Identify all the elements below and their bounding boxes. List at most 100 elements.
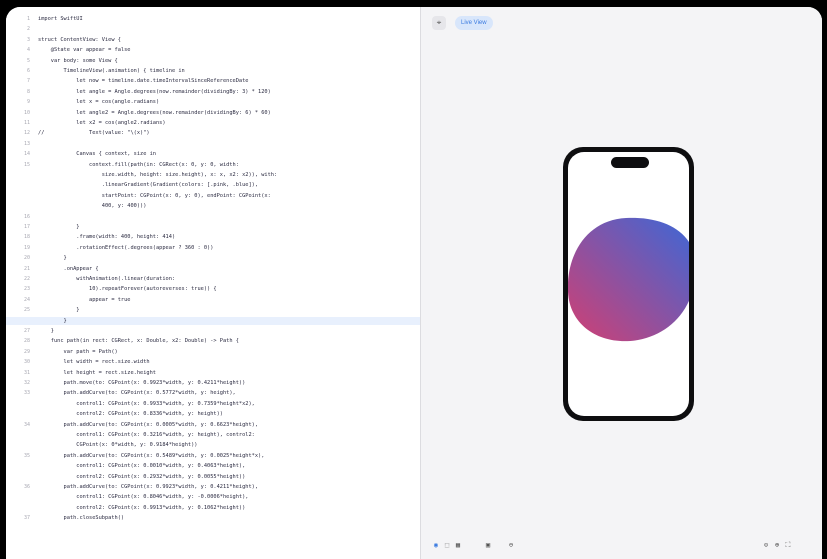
code-line[interactable]: control1: CGPoint(x: 0.0010*width, y: 0.… [38, 462, 245, 470]
code-line[interactable]: .frame(width: 400, height: 414) [38, 233, 175, 241]
line-number: 1 [26, 16, 30, 22]
phone-screen[interactable] [568, 152, 689, 416]
code-line[interactable]: 400, y: 400))) [38, 202, 147, 210]
line-number: 2 [26, 26, 30, 33]
code-line[interactable]: path.move(to: CGPoint(x: 0.9923*width, y… [38, 379, 246, 387]
line-number: 6 [26, 68, 30, 74]
code-line[interactable]: control1: CGPoint(x: 0.9933*width, y: 0.… [38, 400, 255, 408]
line-number: 32 [23, 380, 30, 386]
line-number [6, 192, 30, 200]
code-line[interactable]: struct ContentView: View { [38, 36, 121, 44]
code-line[interactable]: Canvas { context, size in [38, 150, 156, 158]
code-line[interactable]: CGPoint(x: 0*width, y: 0.9184*height)) [38, 441, 197, 449]
code-line[interactable]: control2: CGPoint(x: 0.2932*width, y: 0.… [38, 473, 245, 481]
code-line[interactable]: let x = cos(angle.radians) [38, 98, 159, 106]
source-code[interactable]: import SwiftUI struct ContentView: View {… [6, 7, 420, 559]
code-line[interactable]: let angle = Angle.degrees(now.remainder(… [38, 88, 271, 96]
code-editor[interactable]: 1 2 3 4 5 6 7 8 9 10 11 12 13 14 15 16 17 18 19 20 21 22 23 24 2… [6, 7, 421, 559]
xcode-window: 1 2 3 4 5 6 7 8 9 10 11 12 13 14 15 16 17 18 19 20 21 22 23 24 2… [6, 7, 822, 559]
line-number: 24 [23, 296, 30, 303]
code-line[interactable]: @State var appear = false [38, 46, 131, 54]
code-line[interactable]: 10).repeatForever(autoreverses: true)) { [38, 285, 217, 293]
line-number [6, 441, 30, 449]
line-number [6, 431, 30, 439]
line-number: 23 [23, 286, 30, 293]
live-view-button[interactable]: Live View [455, 16, 493, 30]
line-number: 16 [23, 213, 30, 220]
code-line[interactable]: .rotationEffect(.degrees(appear ? 360 : … [38, 244, 213, 252]
code-line[interactable]: func path(in rect: CGRect, x: Double, x2… [38, 337, 239, 345]
code-line[interactable]: // Text(value: "\(x)") [38, 129, 150, 137]
line-number: 25 [23, 307, 30, 314]
canvas-preview: ⌖ Live View ◉ ⬚ ▦ ▣ ⊖ ⊙ ⊕ ⛶ [421, 7, 822, 559]
code-line[interactable]: size.width, height: size.height), x: x, … [38, 171, 277, 179]
code-line[interactable]: control2: CGPoint(x: 0.9913*width, y: 0.… [38, 504, 245, 512]
code-line[interactable]: control1: CGPoint(x: 0.8046*width, y: -0… [38, 493, 248, 501]
line-number: 8 [26, 88, 30, 95]
live-mode-icon[interactable]: ◉ [431, 540, 441, 550]
code-line[interactable]: let now = timeline.date.timeIntervalSinc… [38, 77, 248, 85]
zoom-fit-icon[interactable]: ⛶ [783, 540, 793, 550]
line-number: 4 [26, 47, 30, 54]
line-number [6, 410, 30, 418]
line-number [6, 181, 30, 189]
line-number: 9 [26, 99, 30, 106]
dynamic-island [611, 157, 649, 168]
line-number: 19 [23, 244, 30, 251]
variants-icon[interactable]: ▦ [453, 540, 463, 550]
code-line[interactable]: var body: some View { [38, 57, 118, 65]
line-number: 21 [23, 265, 30, 272]
code-line[interactable]: } [38, 254, 67, 262]
code-line[interactable]: control2: CGPoint(x: 0.8336*width, y: he… [38, 410, 223, 418]
code-line[interactable]: path.addCurve(to: CGPoint(x: 0.9923*widt… [38, 483, 259, 491]
code-line[interactable]: startPoint: CGPoint(x: 0, y: 0), endPoin… [38, 192, 271, 200]
line-number: 7 [26, 78, 30, 85]
code-line[interactable]: } [38, 327, 54, 335]
code-line[interactable]: withAnimation(.linear(duration: [38, 275, 175, 283]
line-number: 35 [23, 452, 30, 459]
code-line[interactable]: let x2 = cos(angle2.radians) [38, 119, 165, 127]
line-number [6, 400, 30, 408]
line-number: 34 [23, 421, 30, 428]
line-number: 10 [23, 109, 30, 116]
code-line[interactable]: } [6, 316, 420, 325]
line-number: 37 [23, 515, 30, 522]
code-line[interactable]: let angle2 = Angle.degrees(now.remainder… [38, 109, 271, 117]
code-line[interactable]: path.closeSubpath() [38, 514, 125, 522]
code-line[interactable]: .onAppear { [38, 265, 99, 273]
device-settings-icon[interactable]: ▣ [483, 540, 493, 550]
zoom-in-icon[interactable]: ⊕ [772, 540, 782, 550]
selectable-icon[interactable]: ⬚ [442, 540, 452, 550]
code-line[interactable]: } [38, 306, 79, 314]
line-number [6, 202, 30, 210]
line-number: 33 [23, 390, 30, 397]
code-line[interactable]: } [38, 223, 79, 231]
code-line[interactable]: path.addCurve(to: CGPoint(x: 0.5489*widt… [38, 452, 265, 460]
code-line[interactable]: TimelineView(.animation) { timeline in [38, 67, 185, 75]
zoom-actual-icon[interactable]: ⊙ [761, 540, 771, 550]
code-line[interactable]: path.addCurve(to: CGPoint(x: 0.0005*widt… [38, 421, 259, 429]
line-number: 28 [23, 338, 30, 345]
pin-icon[interactable]: ⌖ [432, 16, 446, 30]
line-number: 36 [23, 484, 30, 490]
code-line[interactable]: control1: CGPoint(x: 0.3216*width, y: he… [38, 431, 255, 439]
line-number: 31 [23, 369, 30, 376]
line-number: 3 [26, 36, 30, 43]
line-number: 11 [23, 120, 30, 126]
line-number: 12 [23, 130, 30, 137]
line-number: 27 [23, 328, 30, 334]
code-line[interactable]: var path = Path() [38, 348, 118, 356]
line-number: 29 [23, 348, 30, 355]
line-number: 18 [23, 234, 30, 241]
code-line[interactable]: import SwiftUI [38, 15, 83, 23]
zoom-out-icon[interactable]: ⊖ [506, 540, 516, 550]
line-number: 13 [23, 140, 30, 147]
code-line[interactable]: path.addCurve(to: CGPoint(x: 0.5772*widt… [38, 389, 236, 397]
code-line[interactable]: let width = rect.size.width [38, 358, 150, 366]
code-line[interactable]: let height = rect.size.height [38, 369, 157, 377]
code-line[interactable]: context.fill(path(in: CGRect(x: 0, y: 0,… [38, 161, 239, 169]
iphone-frame [563, 147, 694, 421]
line-number: 17 [23, 224, 30, 230]
code-line[interactable]: appear = true [38, 296, 130, 304]
code-line[interactable]: .linearGradient(Gradient(colors: [.pink,… [38, 181, 258, 189]
